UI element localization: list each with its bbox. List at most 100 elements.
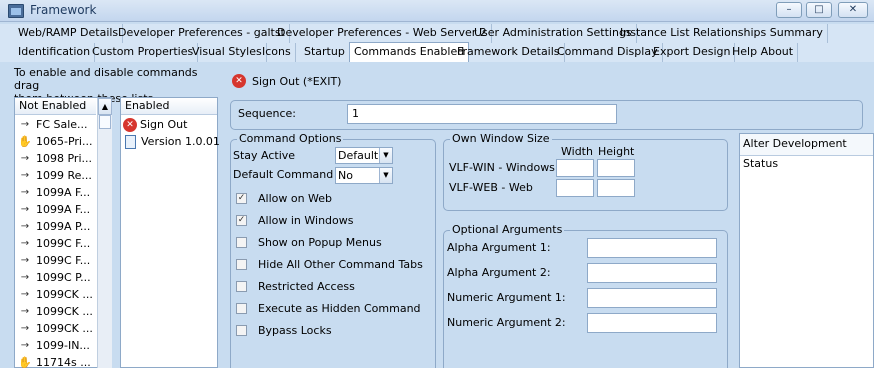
tab-developer-preferences-web-server-2[interactable]: Developer Preferences - Web Server 2 (273, 24, 492, 43)
tab-framework-details[interactable]: Framework Details (453, 43, 565, 62)
command-title: Sign Out (*EXIT) (252, 74, 342, 88)
optional-arguments-group: Optional Arguments Alpha Argument 1: Alp… (443, 224, 728, 368)
list-item[interactable]: → 1099CK ... (17, 320, 93, 337)
vlf-win-width-input[interactable] (556, 159, 594, 177)
list-item[interactable]: → 1099A F... (17, 184, 90, 201)
vlf-web-height-input[interactable] (597, 179, 635, 197)
arrow-icon: → (20, 169, 30, 181)
vlf-web-width-input[interactable] (556, 179, 594, 197)
tab-startup[interactable]: Startup (300, 43, 350, 62)
optional-arguments-legend: Optional Arguments (450, 223, 565, 236)
sequence-input[interactable]: 1 (347, 104, 617, 124)
list-item-version[interactable]: Version 1.0.01 (123, 133, 220, 150)
list-item[interactable]: ✋ 11714s ... (17, 354, 91, 368)
document-icon (125, 134, 136, 149)
sequence-label: Sequence: (238, 107, 296, 120)
tab-export-design[interactable]: Export Design (649, 43, 736, 62)
checkbox-box[interactable] (236, 281, 247, 292)
not-enabled-list[interactable]: Not Enabled ▲ → FC Sale... ✋ 1065-Pri... → 10… (14, 97, 112, 368)
checkbox-box[interactable]: ✓ (236, 193, 247, 204)
checkbox-show-on-popup-menus[interactable]: Show on Popup Menus (236, 236, 382, 249)
checkbox-allow-in-windows[interactable]: ✓ Allow in Windows (236, 214, 354, 227)
arrow-icon: → (20, 271, 30, 283)
tab-instance-list-relationships-summary[interactable]: Instance List Relationships Summary (616, 24, 828, 43)
scroll-up-arrow[interactable]: ▲ (98, 98, 112, 115)
list-item[interactable]: → 1099A F... (17, 201, 90, 218)
not-enabled-header[interactable]: Not Enabled (15, 98, 96, 115)
scroll-thumb[interactable] (99, 115, 111, 129)
numeric-argument-2-input[interactable] (587, 313, 717, 333)
arrow-icon: → (20, 118, 30, 130)
tab-developer-preferences-galtst[interactable]: Developer Preferences - galtst (114, 24, 290, 43)
arrow-icon: → (20, 305, 30, 317)
checkbox-allow-on-web[interactable]: ✓ Allow on Web (236, 192, 332, 205)
tab-custom-properties[interactable]: Custom Properties (88, 43, 199, 62)
list-item[interactable]: → 1099CK ... (17, 286, 93, 303)
tab-web-ramp-details[interactable]: Web/RAMP Details (14, 24, 124, 43)
tab-help-about[interactable]: Help About (728, 43, 799, 62)
sign-out-icon: ✕ (123, 117, 137, 132)
list-item-sign-out[interactable]: ✕ Sign Out (123, 116, 187, 133)
alpha-argument-2-input[interactable] (587, 263, 717, 283)
tab-command-display[interactable]: Command Display (553, 43, 663, 62)
checkbox-box[interactable] (236, 325, 247, 336)
list-item[interactable]: ✋ 1065-Pri... (17, 133, 92, 150)
list-item[interactable]: → FC Sale... (17, 116, 88, 133)
checkbox-hide-all-other-command-tabs[interactable]: Hide All Other Command Tabs (236, 258, 423, 271)
checkbox-box[interactable] (236, 303, 247, 314)
height-column-label: Height (598, 145, 635, 158)
tab-user-administration-settings[interactable]: User Administration Settings (470, 24, 637, 43)
own-window-size-group: Own Window Size Width Height VLF-WIN - W… (443, 133, 728, 211)
tab-row-1: Web/RAMP Details Developer Preferences -… (0, 24, 874, 43)
list-item[interactable]: → 1099 Re... (17, 167, 92, 184)
not-enabled-scrollbar[interactable]: ▲ (97, 98, 112, 368)
chevron-down-icon[interactable]: ▼ (379, 148, 392, 163)
hand-icon: ✋ (18, 134, 32, 148)
arrow-icon: → (20, 237, 30, 249)
checkbox-box[interactable]: ✓ (236, 215, 247, 226)
window-title: Framework (30, 3, 97, 17)
maximize-button[interactable]: □ (806, 2, 832, 18)
checkbox-execute-as-hidden-command[interactable]: Execute as Hidden Command (236, 302, 421, 315)
close-button[interactable]: ✕ (838, 2, 868, 18)
command-options-group: Command Options Stay Active Default ▼ De… (230, 133, 436, 368)
tab-commands-enabled[interactable]: Commands Enabled (349, 42, 470, 62)
enabled-header[interactable]: Enabled (121, 98, 217, 115)
checkbox-restricted-access[interactable]: Restricted Access (236, 280, 355, 293)
stay-active-select[interactable]: Default ▼ (335, 147, 393, 164)
checkbox-box[interactable] (236, 237, 247, 248)
chevron-down-icon[interactable]: ▼ (379, 168, 392, 183)
alter-development-status-list[interactable]: Alter Development Status (739, 133, 874, 368)
checkbox-bypass-locks[interactable]: Bypass Locks (236, 324, 332, 337)
tab-visual-styles[interactable]: Visual Styles (188, 43, 267, 62)
hand-icon: ✋ (18, 355, 32, 368)
tab-identification[interactable]: Identification (14, 43, 96, 62)
vlf-win-height-input[interactable] (597, 159, 635, 177)
tab-icons[interactable]: Icons (258, 43, 296, 62)
list-item[interactable]: → 1099C F... (17, 252, 90, 269)
checkbox-box[interactable] (236, 259, 247, 270)
minimize-button[interactable]: – (776, 2, 802, 18)
sequence-panel: Sequence: 1 (230, 100, 863, 130)
list-item[interactable]: → 1098 Pri... (17, 150, 92, 167)
alpha-argument-1-input[interactable] (587, 238, 717, 258)
default-command-select[interactable]: No ▼ (335, 167, 393, 184)
numeric-argument-1-input[interactable] (587, 288, 717, 308)
list-item[interactable]: → 1099-IN... (17, 337, 90, 354)
alpha-argument-1-label: Alpha Argument 1: (447, 241, 551, 254)
arrow-icon: → (20, 254, 30, 266)
list-item[interactable]: → 1099C P... (17, 269, 91, 286)
arrow-icon: → (20, 152, 30, 164)
width-column-label: Width (561, 145, 593, 158)
arrow-icon: → (20, 339, 30, 351)
arrow-icon: → (20, 288, 30, 300)
stay-active-label: Stay Active (233, 149, 296, 162)
alter-development-status-header[interactable]: Alter Development Status (740, 134, 873, 170)
list-item[interactable]: → 1099A P... (17, 218, 91, 235)
enabled-list[interactable]: Enabled ✕ Sign Out Version 1.0.01 (120, 97, 220, 368)
vlf-web-label: VLF-WEB - Web (449, 181, 533, 194)
list-item[interactable]: → 1099CK ... (17, 303, 93, 320)
list-item[interactable]: → 1099C F... (17, 235, 90, 252)
vlf-win-label: VLF-WIN - Windows (449, 161, 555, 174)
arrow-icon: → (20, 322, 30, 334)
